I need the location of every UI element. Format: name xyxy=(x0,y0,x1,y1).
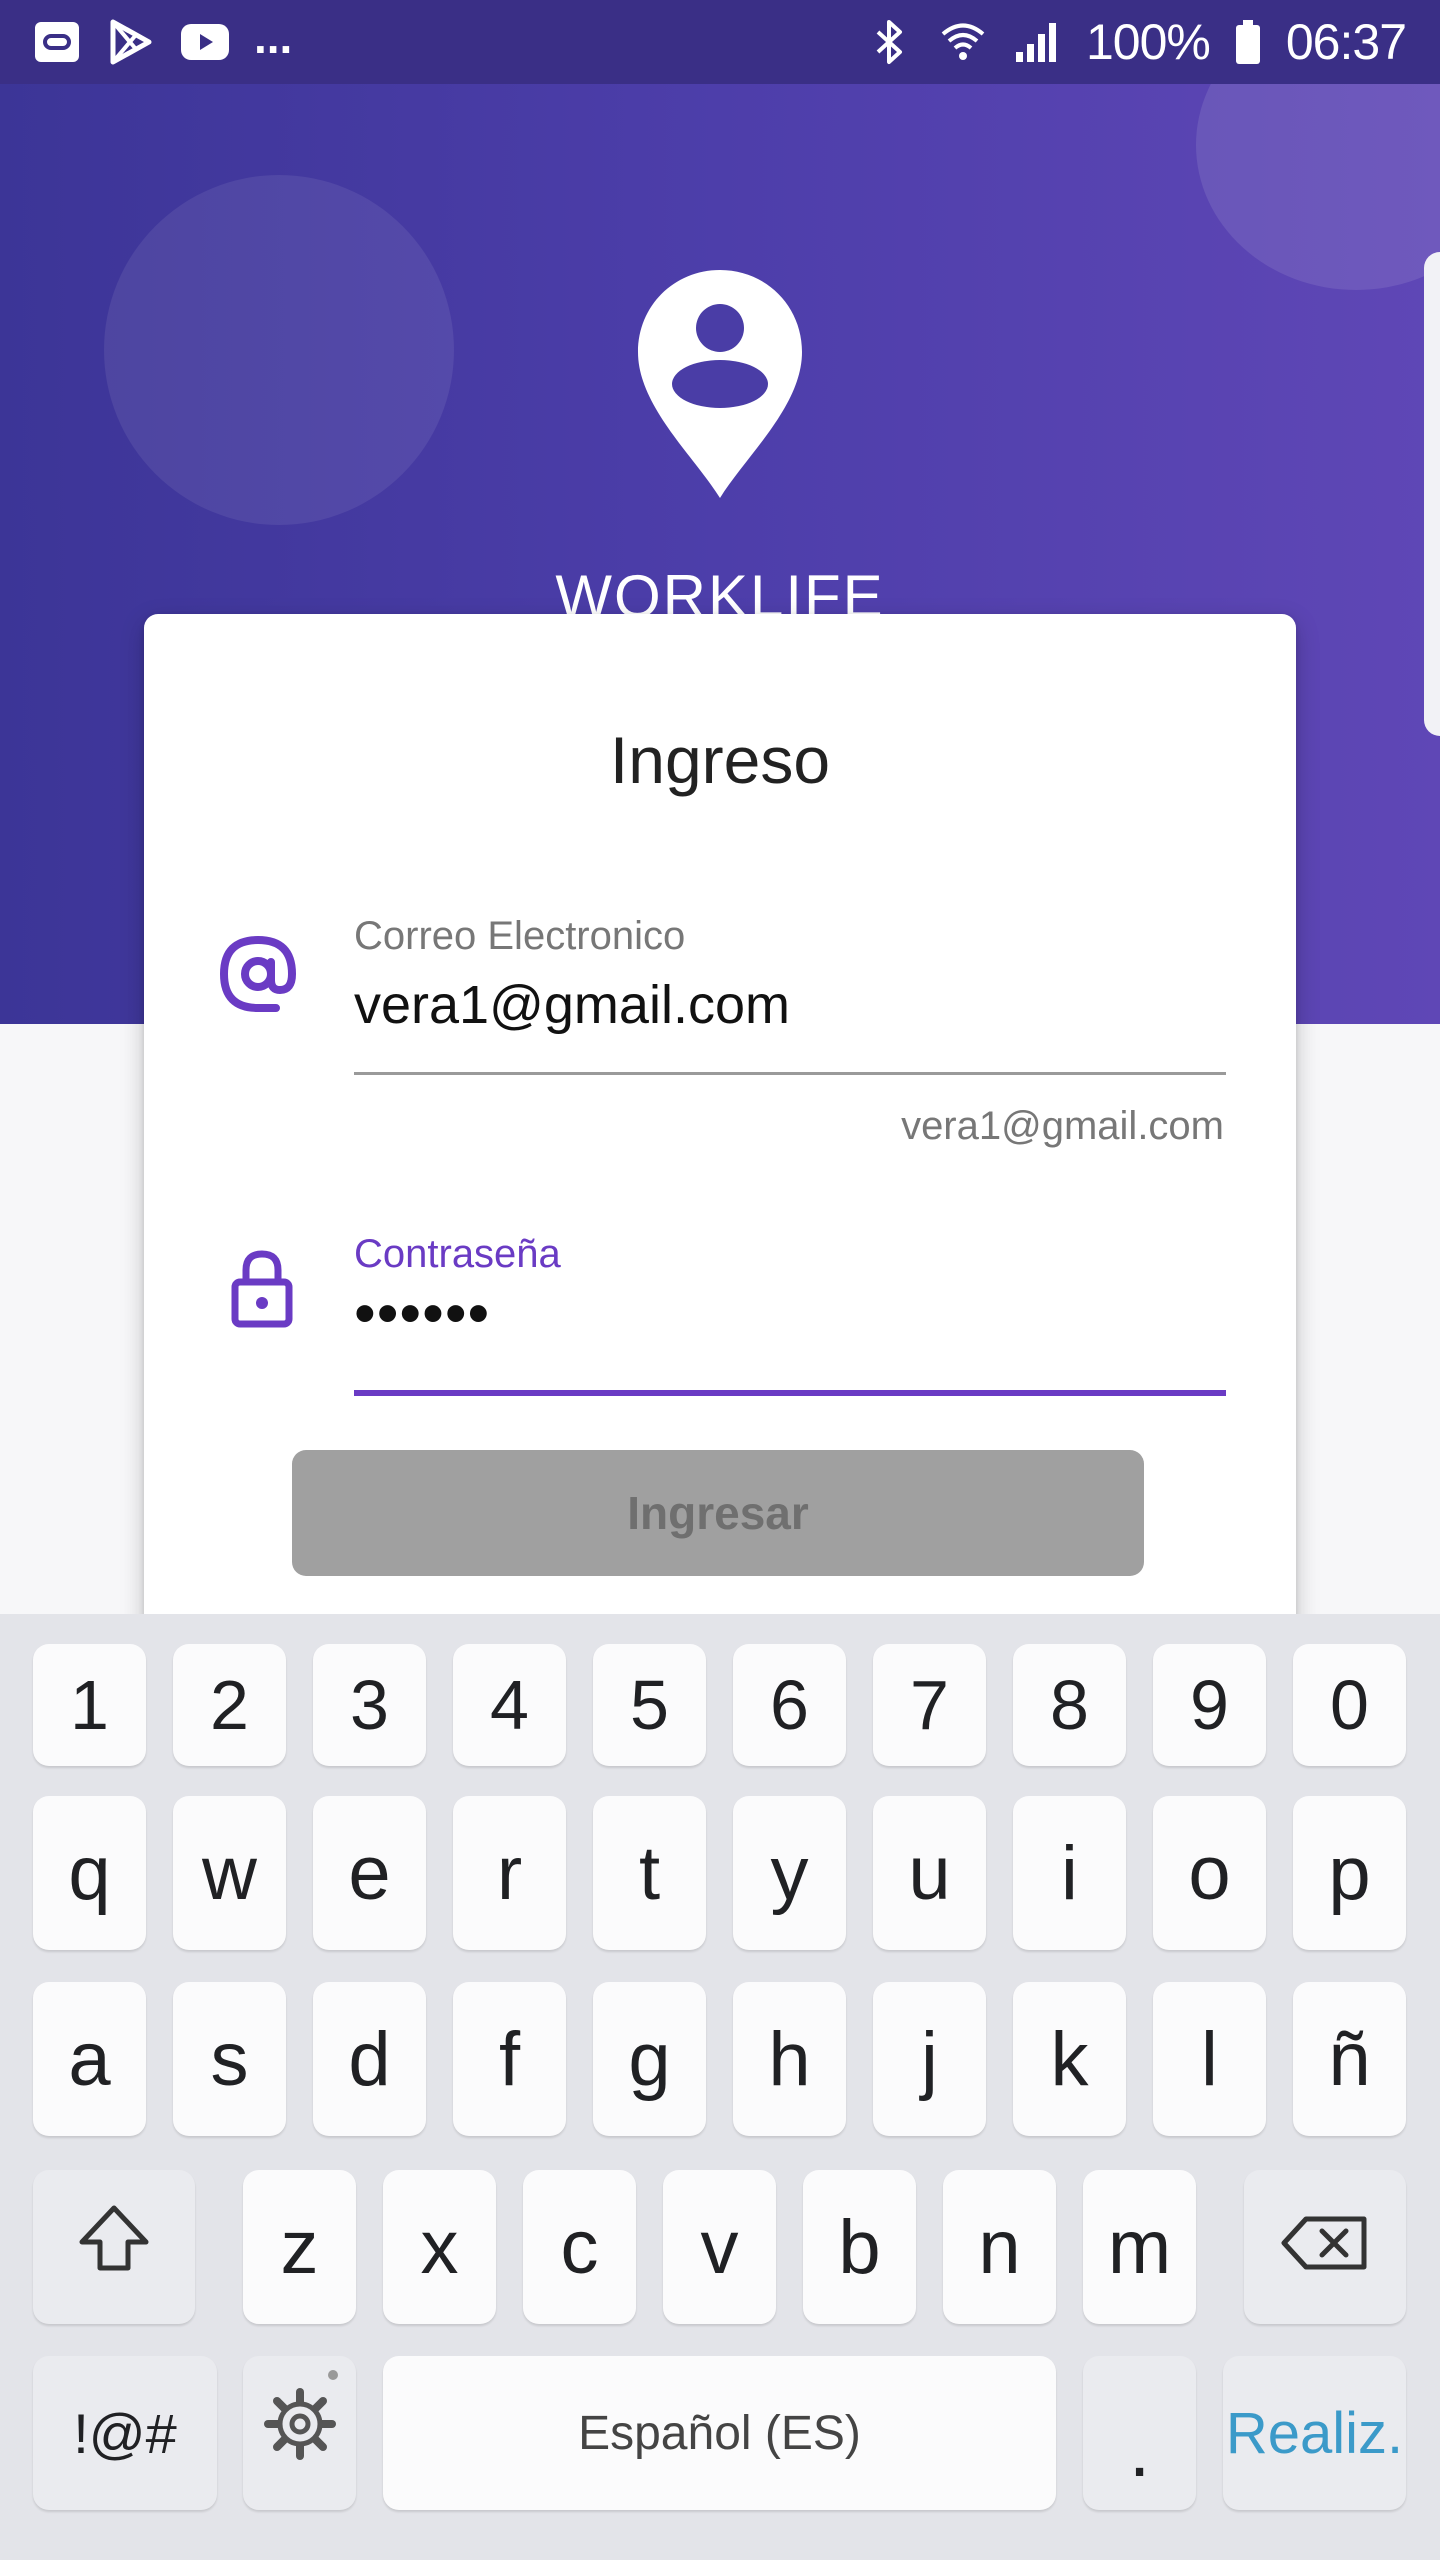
key-i[interactable]: i xyxy=(1013,1796,1126,1950)
email-field[interactable]: vera1@gmail.com xyxy=(354,974,790,1036)
key-4[interactable]: 4 xyxy=(453,1644,566,1766)
decorative-circle xyxy=(1196,84,1440,290)
key-q[interactable]: q xyxy=(33,1796,146,1950)
key-0[interactable]: 0 xyxy=(1293,1644,1406,1766)
backspace-key[interactable] xyxy=(1244,2170,1406,2324)
key-y[interactable]: y xyxy=(733,1796,846,1950)
key-n[interactable]: n xyxy=(943,2170,1056,2324)
lock-icon xyxy=(220,1246,304,1330)
key-n-tilde[interactable]: ñ xyxy=(1293,1982,1406,2136)
key-m[interactable]: m xyxy=(1083,2170,1196,2324)
signal-icon xyxy=(1012,19,1062,65)
more-notifications: ... xyxy=(254,11,293,63)
key-2[interactable]: 2 xyxy=(173,1644,286,1766)
clock: 06:37 xyxy=(1285,14,1407,70)
key-l[interactable]: l xyxy=(1153,1982,1266,2136)
key-g[interactable]: g xyxy=(593,1982,706,2136)
key-v[interactable]: v xyxy=(663,2170,776,2324)
key-z[interactable]: z xyxy=(243,2170,356,2324)
decorative-circle xyxy=(104,175,454,525)
key-b[interactable]: b xyxy=(803,2170,916,2324)
key-8[interactable]: 8 xyxy=(1013,1644,1126,1766)
key-c[interactable]: c xyxy=(523,2170,636,2324)
settings-indicator-dot xyxy=(328,2370,338,2380)
at-sign-icon xyxy=(216,932,300,1016)
password-underline xyxy=(354,1390,1226,1396)
key-r[interactable]: r xyxy=(453,1796,566,1950)
space-key[interactable]: Español (ES) xyxy=(383,2356,1056,2510)
shift-key[interactable] xyxy=(33,2170,195,2324)
edge-panel-handle[interactable] xyxy=(1424,252,1440,736)
key-w[interactable]: w xyxy=(173,1796,286,1950)
backspace-icon xyxy=(1280,2204,1370,2291)
wifi-icon xyxy=(938,19,988,65)
battery-percent: 100% xyxy=(1085,14,1211,70)
keyboard-settings-key[interactable] xyxy=(243,2356,356,2510)
bluetooth-icon xyxy=(864,19,914,65)
battery-icon xyxy=(1234,19,1262,65)
symbols-key[interactable]: !@# xyxy=(33,2356,217,2510)
submit-button[interactable]: Ingresar xyxy=(292,1450,1144,1576)
email-helper-text: vera1@gmail.com xyxy=(901,1104,1224,1148)
password-field[interactable]: •••••• xyxy=(354,1278,490,1349)
period-key[interactable]: . xyxy=(1083,2356,1196,2510)
status-bar: ... 100% 06:37 xyxy=(0,0,1440,84)
shift-arrow-icon xyxy=(76,2202,152,2292)
key-e[interactable]: e xyxy=(313,1796,426,1950)
key-p[interactable]: p xyxy=(1293,1796,1406,1950)
key-d[interactable]: d xyxy=(313,1982,426,2136)
login-screen: ... 100% 06:37 WORKLIFE Ingreso Correo E… xyxy=(0,0,1440,2560)
key-5[interactable]: 5 xyxy=(593,1644,706,1766)
gear-icon xyxy=(260,2384,340,2482)
key-o[interactable]: o xyxy=(1153,1796,1266,1950)
person-pin-icon xyxy=(634,266,806,502)
key-9[interactable]: 9 xyxy=(1153,1644,1266,1766)
key-u[interactable]: u xyxy=(873,1796,986,1950)
login-card: Ingreso Correo Electronico vera1@gmail.c… xyxy=(144,614,1296,1644)
email-label: Correo Electronico xyxy=(354,914,686,958)
key-6[interactable]: 6 xyxy=(733,1644,846,1766)
login-title: Ingreso xyxy=(609,723,831,797)
key-x[interactable]: x xyxy=(383,2170,496,2324)
key-s[interactable]: s xyxy=(173,1982,286,2136)
email-underline xyxy=(354,1072,1226,1075)
youtube-icon xyxy=(180,19,230,65)
key-a[interactable]: a xyxy=(33,1982,146,2136)
key-1[interactable]: 1 xyxy=(33,1644,146,1766)
done-key[interactable]: Realiz. xyxy=(1223,2356,1406,2510)
key-3[interactable]: 3 xyxy=(313,1644,426,1766)
key-h[interactable]: h xyxy=(733,1982,846,2136)
tv-app-icon xyxy=(32,19,82,65)
play-store-icon xyxy=(106,19,156,65)
notification-area: ... xyxy=(32,14,292,65)
key-7[interactable]: 7 xyxy=(873,1644,986,1766)
key-j[interactable]: j xyxy=(873,1982,986,2136)
key-t[interactable]: t xyxy=(593,1796,706,1950)
password-label: Contraseña xyxy=(354,1232,561,1276)
system-status: 100% 06:37 xyxy=(864,13,1407,71)
soft-keyboard: 1 2 3 4 5 6 7 8 9 0 q w e r t y u i o p … xyxy=(0,1614,1440,2560)
key-k[interactable]: k xyxy=(1013,1982,1126,2136)
key-f[interactable]: f xyxy=(453,1982,566,2136)
